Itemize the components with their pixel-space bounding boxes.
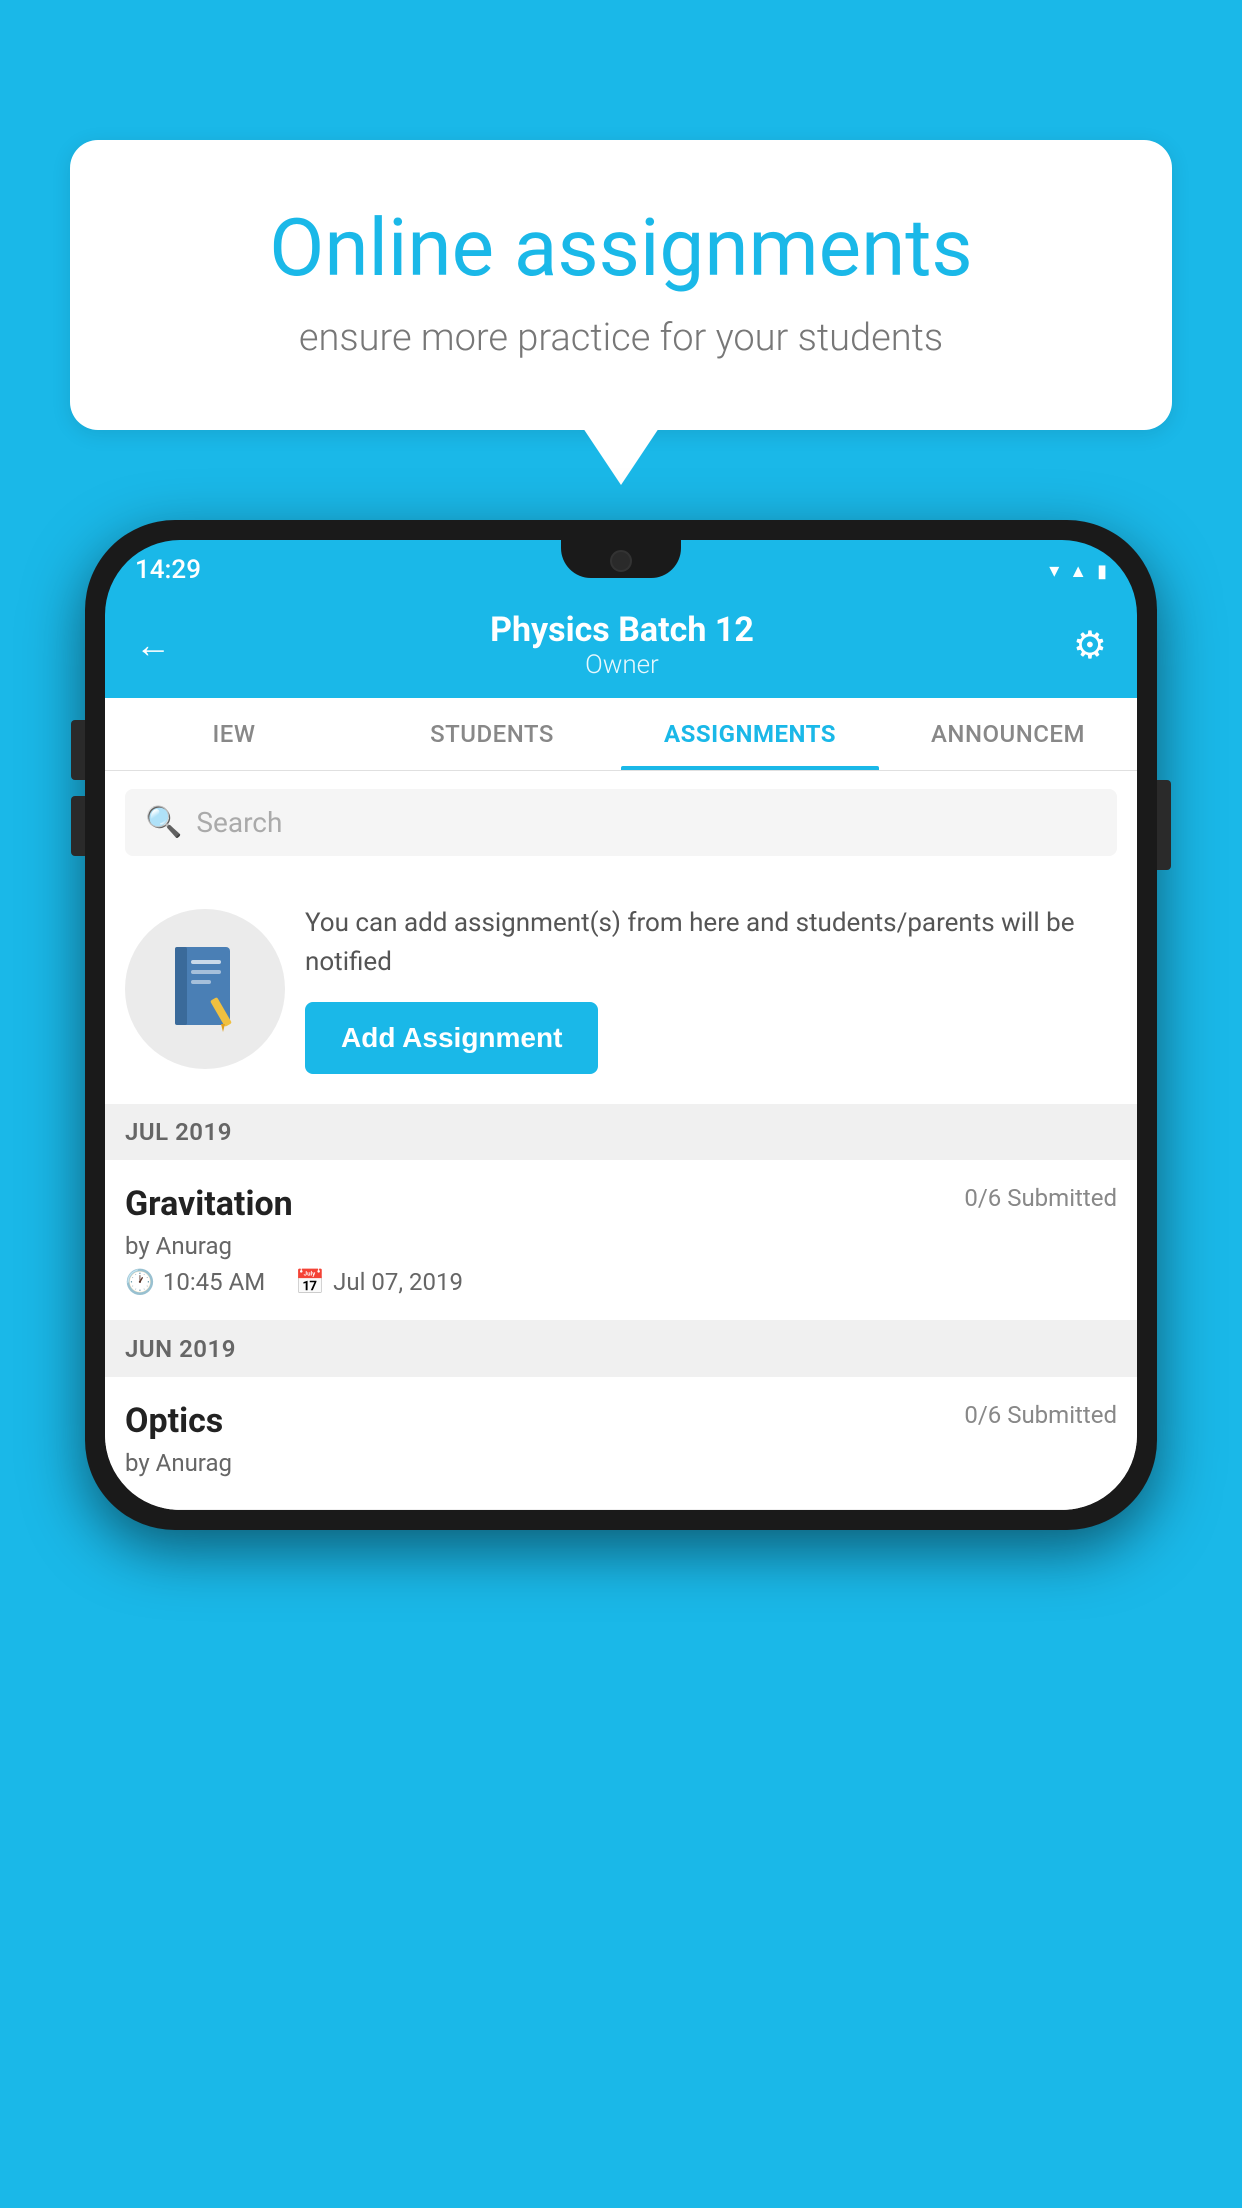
assignment-date: 📅 Jul 07, 2019	[295, 1268, 463, 1296]
status-icons	[1049, 558, 1107, 583]
calendar-icon: 📅	[295, 1268, 325, 1296]
search-container: 🔍 Search	[105, 771, 1137, 874]
optics-author: by Anurag	[125, 1449, 1117, 1477]
optics-row1: Optics 0/6 Submitted	[125, 1401, 1117, 1441]
clock-icon: 🕐	[125, 1268, 155, 1296]
tab-announcements[interactable]: ANNOUNCEM	[879, 698, 1137, 770]
assignment-item-gravitation[interactable]: Gravitation 0/6 Submitted by Anurag 🕐 10…	[105, 1160, 1137, 1321]
assignment-meta: 🕐 10:45 AM 📅 Jul 07, 2019	[125, 1268, 1117, 1296]
tabs-container: IEW STUDENTS ASSIGNMENTS ANNOUNCEM	[105, 698, 1137, 771]
bubble-subtitle: ensure more practice for your students	[140, 316, 1102, 360]
phone-notch	[561, 540, 681, 578]
search-bar[interactable]: 🔍 Search	[125, 789, 1117, 856]
app-header: ← Physics Batch 12 Owner ⚙	[105, 592, 1137, 698]
header-title: Physics Batch 12	[490, 610, 754, 650]
settings-gear-icon[interactable]: ⚙	[1073, 623, 1107, 668]
tab-overview[interactable]: IEW	[105, 698, 363, 770]
promo-section: You can add assignment(s) from here and …	[105, 874, 1137, 1104]
volume-up-button[interactable]	[71, 720, 85, 780]
assignment-time: 🕐 10:45 AM	[125, 1268, 265, 1296]
tab-students[interactable]: STUDENTS	[363, 698, 621, 770]
volume-buttons	[71, 720, 85, 856]
bubble-title: Online assignments	[140, 200, 1102, 296]
header-center: Physics Batch 12 Owner	[490, 610, 754, 680]
search-icon: 🔍	[145, 805, 182, 840]
month-separator-jun: JUN 2019	[105, 1321, 1137, 1377]
status-time: 14:29	[135, 555, 201, 585]
content-area: 🔍 Search	[105, 771, 1137, 1510]
optics-name: Optics	[125, 1401, 223, 1441]
tab-assignments[interactable]: ASSIGNMENTS	[621, 698, 879, 770]
battery-icon	[1097, 558, 1107, 583]
speech-bubble-container: Online assignments ensure more practice …	[70, 140, 1172, 430]
promo-description: You can add assignment(s) from here and …	[305, 904, 1117, 982]
assignment-row1: Gravitation 0/6 Submitted	[125, 1184, 1117, 1224]
add-assignment-button[interactable]: Add Assignment	[305, 1002, 598, 1074]
notebook-icon	[165, 942, 245, 1037]
volume-down-button[interactable]	[71, 796, 85, 856]
assignment-item-optics[interactable]: Optics 0/6 Submitted by Anurag	[105, 1377, 1137, 1510]
phone-screen: 14:29 ← Physics Batch 12 Owner ⚙ IEW	[105, 540, 1137, 1510]
assignment-submitted: 0/6 Submitted	[964, 1184, 1117, 1212]
assignment-name: Gravitation	[125, 1184, 293, 1224]
power-button[interactable]	[1157, 780, 1171, 870]
wifi-icon	[1049, 558, 1059, 583]
speech-bubble: Online assignments ensure more practice …	[70, 140, 1172, 430]
front-camera	[610, 550, 632, 572]
search-placeholder: Search	[196, 806, 282, 839]
phone-wrapper: 14:29 ← Physics Batch 12 Owner ⚙ IEW	[85, 520, 1157, 1530]
optics-submitted: 0/6 Submitted	[964, 1401, 1117, 1429]
promo-icon-circle	[125, 909, 285, 1069]
phone-outer: 14:29 ← Physics Batch 12 Owner ⚙ IEW	[85, 520, 1157, 1530]
signal-icon	[1069, 558, 1087, 583]
month-separator-jul: JUL 2019	[105, 1104, 1137, 1160]
back-button[interactable]: ←	[135, 624, 171, 666]
promo-text-area: You can add assignment(s) from here and …	[305, 904, 1117, 1074]
assignment-author: by Anurag	[125, 1232, 1117, 1260]
header-subtitle: Owner	[490, 650, 754, 680]
